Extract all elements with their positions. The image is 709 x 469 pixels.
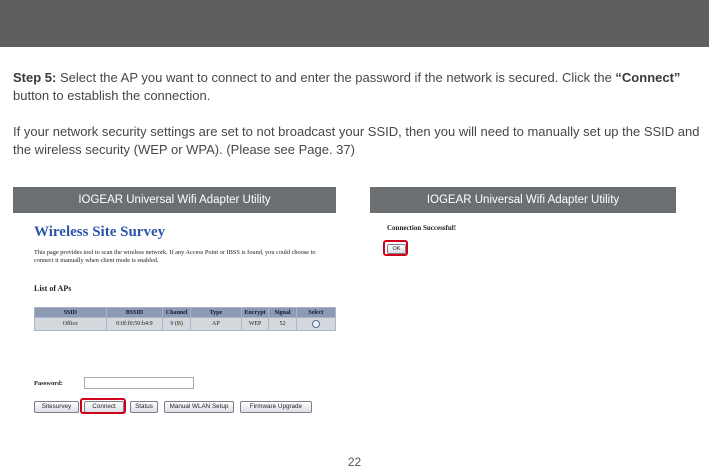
sitesurvey-button[interactable]: Sitesurvey: [34, 401, 79, 413]
col-channel: Channel: [163, 308, 190, 317]
cell-select: [296, 318, 335, 330]
step-text-before: Select the AP you want to connect to and…: [56, 70, 616, 85]
cell-channel: 9 (B): [163, 318, 190, 330]
step-5-paragraph: Step 5: Select the AP you want to connec…: [13, 69, 703, 105]
connect-highlight-box: [80, 398, 126, 414]
ok-highlight-box: [383, 240, 408, 256]
connection-result-screenshot: IOGEAR Universal Wifi Adapter Utility Co…: [370, 187, 676, 267]
col-select: Select: [296, 308, 335, 317]
password-label: Password:: [34, 380, 63, 387]
ap-list-title: List of APs: [34, 284, 72, 293]
table-row[interactable]: Office 0:0f:f0:50:b4:9 9 (B) AP WEP 52: [35, 318, 335, 330]
password-input[interactable]: [84, 377, 194, 389]
col-type: Type: [190, 308, 241, 317]
status-button[interactable]: Status: [130, 401, 158, 413]
header-bar: [0, 0, 709, 47]
page-title: Wireless Site Survey: [34, 224, 166, 240]
cell-bssid: 0:0f:f0:50:b4:9: [106, 318, 163, 330]
connect-emphasis: “Connect”: [615, 70, 681, 85]
cell-type: AP: [190, 318, 241, 330]
ssid-note-paragraph: If your network security settings are se…: [13, 124, 700, 157]
utility-title-bar-2: IOGEAR Universal Wifi Adapter Utility: [370, 187, 676, 213]
ap-table: SSID BSSID Channel Type Encrypt Signal S…: [34, 307, 336, 331]
select-radio[interactable]: [311, 320, 320, 328]
page-description: This page provides tool to scan the wire…: [34, 249, 316, 264]
ap-table-header: SSID BSSID Channel Type Encrypt Signal S…: [35, 308, 335, 317]
site-survey-screenshot: IOGEAR Universal Wifi Adapter Utility Wi…: [13, 187, 336, 415]
col-encrypt: Encrypt: [241, 308, 269, 317]
step-text-after: button to establish the connection.: [13, 88, 211, 103]
connection-message: Connection Successful!: [387, 224, 457, 232]
col-ssid: SSID: [35, 308, 106, 317]
manual-wlan-setup-button[interactable]: Manual WLAN Setup: [164, 401, 234, 413]
utility-title-bar: IOGEAR Universal Wifi Adapter Utility: [13, 187, 336, 213]
step-label: Step 5:: [13, 70, 57, 85]
col-signal: Signal: [269, 308, 296, 317]
col-bssid: BSSID: [106, 308, 163, 317]
firmware-upgrade-button[interactable]: Firmware Upgrade: [240, 401, 312, 413]
cell-signal: 52: [269, 318, 296, 330]
cell-encrypt: WEP: [241, 318, 269, 330]
cell-ssid: Office: [35, 318, 106, 330]
